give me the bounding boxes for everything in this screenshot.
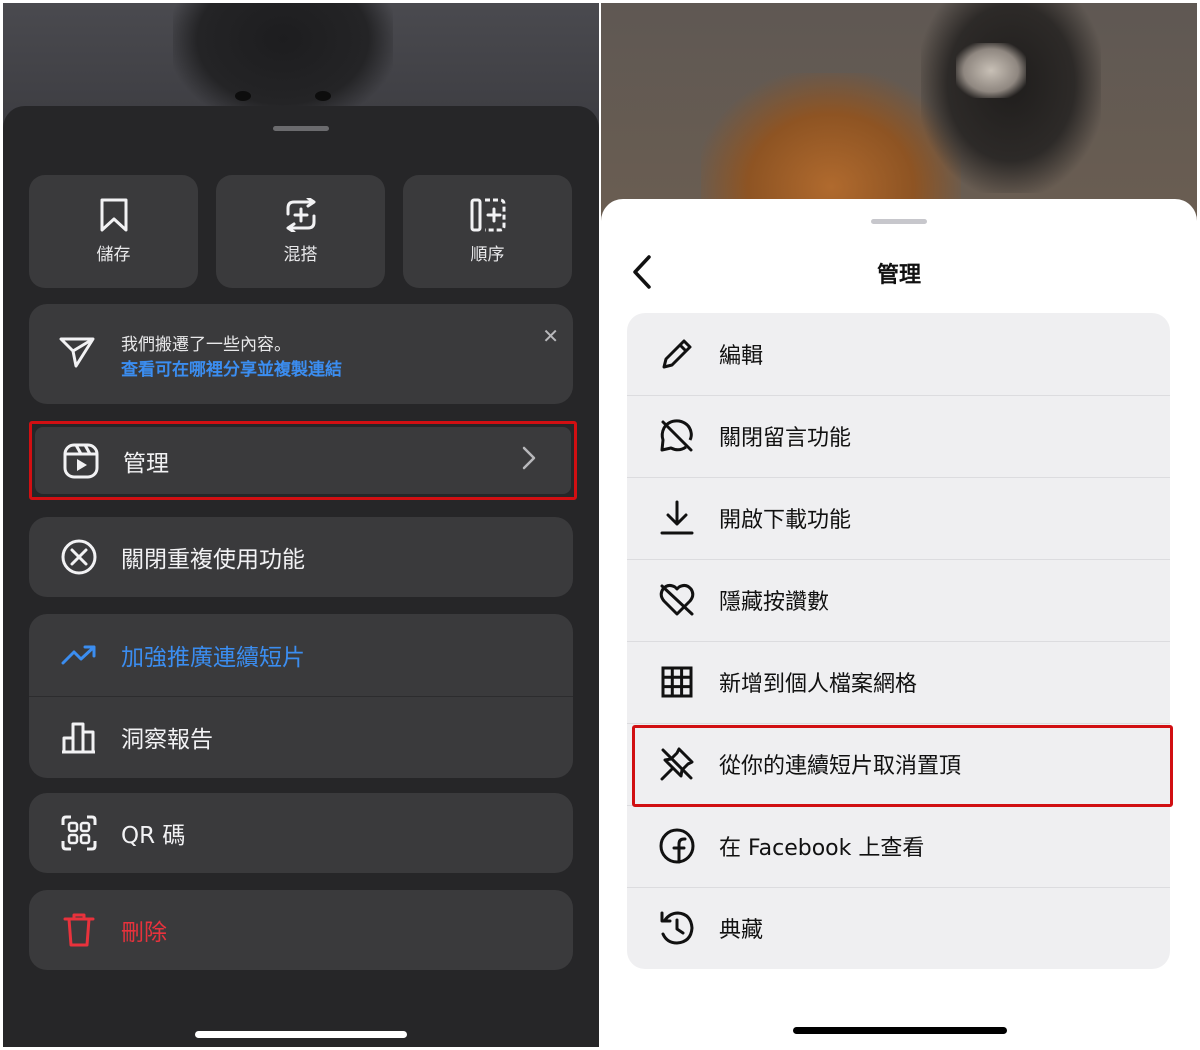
manage-label: 管理 <box>123 450 169 477</box>
edit-label: 編輯 <box>719 344 764 369</box>
manage-sheet: 管理 編輯 關閉留言功能 開啟下載功能 隱藏按讚數 新增到個人檔案網格 從你的連… <box>601 199 1197 1047</box>
archive-button[interactable]: 典藏 <box>627 887 1170 969</box>
grid-icon <box>661 666 693 698</box>
delete-label: 刪除 <box>121 920 167 946</box>
view-on-facebook-button[interactable]: 在 Facebook 上查看 <box>627 805 1170 887</box>
sheet-grabber[interactable] <box>871 219 927 224</box>
qr-code-button[interactable]: QR 碼 <box>29 793 573 873</box>
trash-icon <box>63 913 95 947</box>
promotion-group: 加強推廣連續短片 洞察報告 <box>29 614 573 778</box>
close-icon[interactable]: ✕ <box>542 324 559 348</box>
send-icon <box>59 337 95 368</box>
remix-button[interactable]: 混搭 <box>216 175 385 288</box>
boost-reel-label: 加強推廣連續短片 <box>121 645 305 671</box>
insights-button[interactable]: 洞察報告 <box>29 696 573 778</box>
comments-off-icon <box>660 419 693 452</box>
save-label: 儲存 <box>96 245 131 265</box>
view-on-facebook-label: 在 Facebook 上查看 <box>719 836 925 861</box>
home-indicator[interactable] <box>793 1027 1007 1034</box>
edit-button[interactable]: 編輯 <box>627 313 1170 395</box>
remix-label: 混搭 <box>283 245 318 265</box>
hide-like-count-button[interactable]: 隱藏按讚數 <box>627 559 1170 641</box>
sequence-label: 順序 <box>470 245 505 265</box>
manage-menu: 編輯 關閉留言功能 開啟下載功能 隱藏按讚數 新增到個人檔案網格 從你的連續短片… <box>627 313 1170 969</box>
archive-icon <box>660 911 694 945</box>
sequence-button[interactable]: 順序 <box>403 175 572 288</box>
unpin-row-highlight <box>632 725 1173 807</box>
hide-like-count-label: 隱藏按讚數 <box>719 590 830 615</box>
sheet-grabber[interactable] <box>273 126 329 131</box>
bar-chart-icon <box>62 722 95 754</box>
save-button[interactable]: 儲存 <box>29 175 198 288</box>
add-to-profile-grid-label: 新增到個人檔案網格 <box>719 672 918 697</box>
chevron-right-icon <box>522 446 536 470</box>
trending-up-icon <box>61 645 96 665</box>
enable-download-label: 開啟下載功能 <box>719 508 852 533</box>
home-indicator[interactable] <box>195 1031 407 1038</box>
dog-image <box>173 3 393 123</box>
add-to-profile-grid-button[interactable]: 新增到個人檔案網格 <box>627 641 1170 723</box>
enable-download-button[interactable]: 開啟下載功能 <box>627 477 1170 559</box>
qr-code-label: QR 碼 <box>121 823 186 849</box>
share-copy-link[interactable]: 查看可在哪裡分享並複製連結 <box>121 355 342 380</box>
heart-off-icon <box>659 583 695 616</box>
more-options-sheet: 儲存 混搭 順序 我們搬遷了一些內容。 查看可在哪裡分享並複製連結 ✕ 管理 關… <box>3 106 599 1047</box>
delete-button[interactable]: 刪除 <box>29 890 573 970</box>
close-circle-icon <box>61 539 97 575</box>
sheet-title: 管理 <box>876 263 921 288</box>
disable-reuse-button[interactable]: 關閉重複使用功能 <box>29 517 573 597</box>
left-screenshot: 儲存 混搭 順序 我們搬遷了一些內容。 查看可在哪裡分享並複製連結 ✕ 管理 關… <box>3 3 599 1047</box>
manage-row[interactable]: 管理 <box>35 427 571 494</box>
boost-reel-button[interactable]: 加強推廣連續短片 <box>29 614 573 696</box>
sequence-icon <box>470 198 505 232</box>
qr-code-icon <box>61 815 97 851</box>
reels-icon <box>63 443 99 478</box>
insights-label: 洞察報告 <box>121 727 213 753</box>
disable-comments-button[interactable]: 關閉留言功能 <box>627 395 1170 477</box>
disable-reuse-label: 關閉重複使用功能 <box>121 547 305 573</box>
disable-comments-label: 關閉留言功能 <box>719 426 852 451</box>
facebook-icon <box>659 828 695 864</box>
right-screenshot: 管理 編輯 關閉留言功能 開啟下載功能 隱藏按讚數 新增到個人檔案網格 從你的連… <box>601 3 1197 1047</box>
notice-text: 我們搬遷了一些內容。 <box>121 335 291 355</box>
bookmark-icon <box>100 198 127 232</box>
manage-row-highlight: 管理 <box>29 421 577 500</box>
download-icon <box>660 500 694 535</box>
dog-face <box>956 43 1026 98</box>
share-moved-notice: 我們搬遷了一些內容。 查看可在哪裡分享並複製連結 ✕ <box>29 304 573 404</box>
black-shiba-dog-image <box>921 3 1101 193</box>
pencil-icon <box>662 339 692 369</box>
archive-label: 典藏 <box>719 918 764 943</box>
remix-icon <box>286 198 315 232</box>
